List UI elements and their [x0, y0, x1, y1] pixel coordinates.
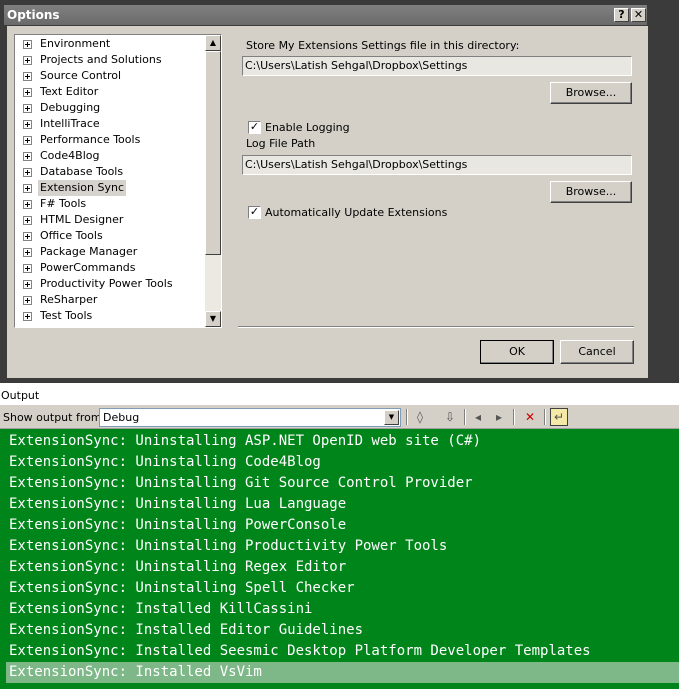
output-line: ExtensionSync: Uninstalling Git Source C…: [9, 475, 473, 491]
tree-item-label: HTML Designer: [40, 213, 124, 226]
close-button[interactable]: ✕: [631, 8, 646, 22]
expand-plus-icon[interactable]: [23, 280, 32, 289]
previous-message-icon[interactable]: ◂: [470, 409, 486, 425]
options-dialog: Options ? ✕ Environment Projects and Solu…: [0, 0, 651, 383]
browse-log-button[interactable]: Browse...: [550, 181, 632, 203]
show-output-from-label: Show output from:: [3, 411, 106, 424]
expand-plus-icon[interactable]: [23, 152, 32, 161]
scroll-up-arrow-icon[interactable]: ▲: [205, 35, 221, 51]
next-message-icon[interactable]: ▸: [491, 409, 507, 425]
expand-plus-icon[interactable]: [23, 312, 32, 321]
browse-settings-button[interactable]: Browse...: [550, 82, 632, 104]
tree-item-label: ReSharper: [40, 293, 98, 306]
expand-plus-icon[interactable]: [23, 88, 32, 97]
chevron-down-icon[interactable]: ▼: [384, 410, 399, 425]
expand-plus-icon[interactable]: [23, 216, 32, 225]
toolbar-separator: [513, 409, 515, 425]
eraser-icon[interactable]: ◊: [412, 409, 428, 425]
dialog-divider: [238, 326, 634, 328]
tree-item-label: Debugging: [40, 101, 101, 114]
tree-item-label: Text Editor: [40, 85, 99, 98]
expand-plus-icon[interactable]: [23, 136, 32, 145]
expand-plus-icon[interactable]: [23, 184, 32, 193]
expand-plus-icon[interactable]: [23, 56, 32, 65]
output-window-title: Output: [0, 387, 679, 403]
output-title: Output: [1, 389, 40, 402]
expand-plus-icon[interactable]: [23, 264, 32, 273]
tree-item-label: Code4Blog: [40, 149, 100, 162]
output-line: ExtensionSync: Installed KillCassini: [9, 601, 313, 617]
tree-item-label: Database Tools: [40, 165, 124, 178]
toolbar-separator: [406, 409, 408, 425]
tree-item-label: Source Control: [40, 69, 122, 82]
enable-logging-label: Enable Logging: [265, 121, 350, 134]
options-client-area: Environment Projects and Solutions Source …: [7, 26, 648, 378]
clear-all-icon[interactable]: ✕: [522, 409, 538, 425]
options-titlebar[interactable]: Options ? ✕: [4, 5, 647, 25]
help-button[interactable]: ?: [614, 8, 629, 22]
tree-item-label: Office Tools: [40, 229, 103, 242]
enable-logging-checkbox[interactable]: ✓: [248, 121, 261, 134]
output-source-select[interactable]: Debug ▼: [99, 408, 401, 427]
tree-item-label: PowerCommands: [40, 261, 136, 274]
tree-item-label: Performance Tools: [40, 133, 141, 146]
tree-item-label: IntelliTrace: [40, 117, 100, 130]
tree-scrollbar[interactable]: ▲ ▼: [205, 35, 221, 327]
tree-item-label: Extension Sync: [38, 180, 127, 196]
output-line: ExtensionSync: Installed Editor Guidelin…: [9, 622, 364, 638]
output-source-value: Debug: [103, 411, 140, 424]
expand-plus-icon[interactable]: [23, 232, 32, 241]
log-path-field[interactable]: C:\Users\Latish Sehgal\Dropbox\Settings: [242, 155, 632, 175]
expand-plus-icon[interactable]: [23, 40, 32, 49]
output-line: ExtensionSync: Installed VsVim: [9, 664, 262, 680]
toolbar-separator: [544, 409, 546, 425]
toolbar-separator: [464, 409, 466, 425]
tree-item-label: Package Manager: [40, 245, 138, 258]
output-line: ExtensionSync: Uninstalling Code4Blog: [9, 454, 321, 470]
options-tree[interactable]: Environment Projects and Solutions Source …: [14, 34, 222, 328]
output-line: ExtensionSync: Uninstalling PowerConsole: [9, 517, 347, 533]
output-line: ExtensionSync: Uninstalling Spell Checke…: [9, 580, 355, 596]
tree-item-label: Test Tools: [40, 309, 93, 322]
tree-item-label: Productivity Power Tools: [40, 277, 173, 290]
auto-update-label: Automatically Update Extensions: [265, 206, 448, 219]
output-line: ExtensionSync: Installed Seesmic Desktop…: [9, 643, 591, 659]
auto-update-checkbox[interactable]: ✓: [248, 206, 261, 219]
tree-item-label: Projects and Solutions: [40, 53, 162, 66]
expand-plus-icon[interactable]: [23, 120, 32, 129]
tree-item-label: Environment: [40, 37, 111, 50]
expand-plus-icon[interactable]: [23, 200, 32, 209]
scroll-down-arrow-icon[interactable]: ▼: [205, 311, 221, 327]
scroll-thumb[interactable]: [205, 51, 221, 255]
expand-plus-icon[interactable]: [23, 168, 32, 177]
cancel-button[interactable]: Cancel: [560, 340, 634, 364]
settings-dir-label: Store My Extensions Settings file in thi…: [246, 39, 520, 52]
settings-dir-field[interactable]: C:\Users\Latish Sehgal\Dropbox\Settings: [242, 56, 632, 76]
ok-button[interactable]: OK: [480, 340, 554, 364]
expand-plus-icon[interactable]: [23, 104, 32, 113]
log-path-label: Log File Path: [246, 137, 316, 150]
find-message-icon[interactable]: ⇩: [442, 409, 458, 425]
output-line: ExtensionSync: Uninstalling Lua Language: [9, 496, 347, 512]
expand-plus-icon[interactable]: [23, 248, 32, 257]
output-toolbar: Show output from: Debug ▼ ◊ ⇩ ◂ ▸ ✕ ↵: [0, 405, 679, 429]
output-line: ExtensionSync: Uninstalling Productivity…: [9, 538, 448, 554]
word-wrap-icon[interactable]: ↵: [550, 408, 568, 426]
expand-plus-icon[interactable]: [23, 296, 32, 305]
output-line: ExtensionSync: Uninstalling Regex Editor: [9, 559, 347, 575]
tree-item-label: F# Tools: [40, 197, 87, 210]
background-margin: [651, 0, 679, 383]
output-line: ExtensionSync: Uninstalling ASP.NET Open…: [9, 433, 482, 449]
output-pane[interactable]: ExtensionSync: Uninstalling ASP.NET Open…: [0, 429, 679, 689]
dialog-title: Options: [7, 8, 60, 22]
expand-plus-icon[interactable]: [23, 72, 32, 81]
